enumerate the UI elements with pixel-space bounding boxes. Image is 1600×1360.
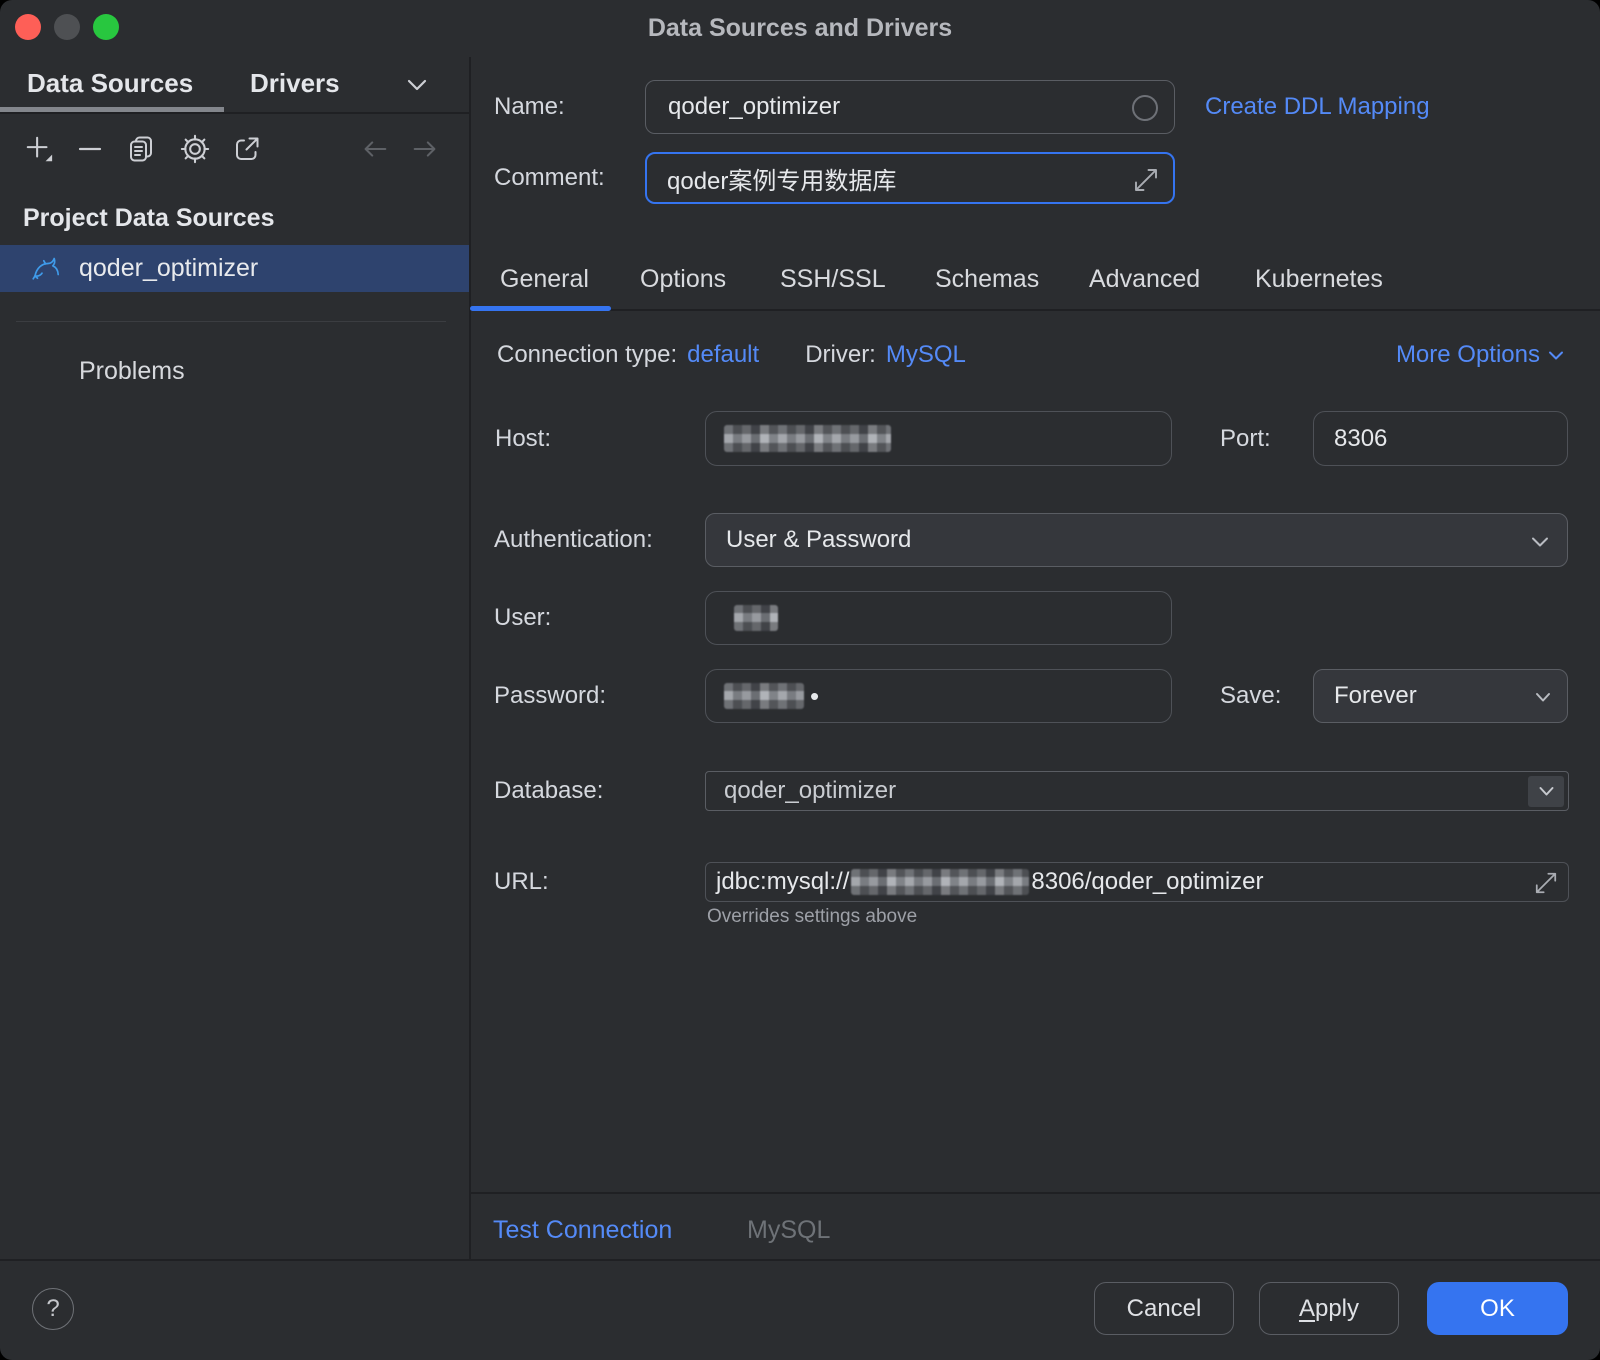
- sidebar-divider: [16, 321, 446, 322]
- duplicate-icon[interactable]: [126, 134, 156, 164]
- save-label: Save:: [1220, 669, 1281, 723]
- password-input[interactable]: •: [705, 669, 1172, 723]
- connection-type-label: Connection type:: [497, 341, 677, 369]
- data-source-name: qoder_optimizer: [79, 254, 258, 283]
- more-options-link[interactable]: More Options: [1396, 340, 1564, 370]
- sidebar: Data Sources Drivers Project: [0, 57, 470, 1260]
- spinner-circle-icon: [1132, 95, 1158, 121]
- tab-drivers[interactable]: Drivers: [250, 57, 340, 110]
- tab-kubernetes[interactable]: Kubernetes: [1255, 250, 1383, 308]
- open-in-new-icon[interactable]: [232, 134, 262, 164]
- tab-divider: [470, 309, 1600, 311]
- url-input[interactable]: jdbc:mysql:// 8306/qoder_optimizer: [705, 862, 1569, 902]
- comment-input[interactable]: qoder案例专用数据库: [645, 152, 1175, 204]
- redacted-url-host: [851, 869, 1029, 895]
- data-sources-dialog: Data Sources and Drivers Data Sources Dr…: [0, 0, 1600, 1360]
- add-icon[interactable]: [24, 134, 54, 164]
- authentication-label: Authentication:: [494, 513, 653, 567]
- help-icon[interactable]: ?: [32, 1288, 74, 1330]
- title-bar: Data Sources and Drivers: [0, 0, 1600, 57]
- name-input[interactable]: qoder_optimizer: [645, 80, 1175, 134]
- ok-button[interactable]: OK: [1427, 1282, 1568, 1335]
- window-title: Data Sources and Drivers: [0, 0, 1600, 57]
- connection-type-value-link[interactable]: default: [687, 341, 759, 369]
- save-select[interactable]: Forever: [1313, 669, 1568, 723]
- redacted-password-value: [724, 683, 804, 709]
- tab-general[interactable]: General: [500, 250, 589, 308]
- name-label: Name:: [494, 80, 565, 134]
- password-bullet: •: [810, 681, 819, 712]
- chevron-down-icon: [1531, 536, 1549, 548]
- more-options-label: More Options: [1396, 341, 1540, 369]
- footer: ? Cancel Apply OK: [0, 1260, 1600, 1360]
- chevron-down-icon: [1535, 692, 1551, 703]
- remove-icon[interactable]: [75, 134, 105, 164]
- apply-rest: pply: [1315, 1295, 1359, 1323]
- chevron-down-icon: [1548, 350, 1564, 361]
- authentication-select[interactable]: User & Password: [705, 513, 1568, 567]
- sidebar-item-qoder-optimizer[interactable]: qoder_optimizer: [0, 245, 470, 292]
- driver-value-link[interactable]: MySQL: [886, 341, 966, 369]
- port-input[interactable]: 8306: [1313, 411, 1568, 466]
- save-value: Forever: [1334, 682, 1417, 710]
- project-data-sources-header: Project Data Sources: [23, 203, 275, 233]
- tab-ssh-ssl[interactable]: SSH/SSL: [780, 250, 886, 308]
- apply-button[interactable]: Apply: [1259, 1282, 1399, 1335]
- name-value: qoder_optimizer: [668, 93, 840, 121]
- tab-schemas[interactable]: Schemas: [935, 250, 1039, 308]
- password-label: Password:: [494, 669, 606, 723]
- database-value: qoder_optimizer: [724, 777, 896, 805]
- database-combobox[interactable]: qoder_optimizer: [705, 771, 1569, 811]
- port-label: Port:: [1220, 411, 1271, 466]
- port-value: 8306: [1334, 425, 1387, 453]
- apply-mnemonic: A: [1299, 1295, 1315, 1323]
- gear-icon[interactable]: [180, 134, 210, 164]
- database-dropdown-button[interactable]: [1528, 776, 1564, 807]
- redacted-host-value: [724, 425, 891, 452]
- database-label: Database:: [494, 771, 603, 811]
- tab-data-sources[interactable]: Data Sources: [27, 57, 193, 110]
- chevron-down-icon[interactable]: [403, 75, 431, 95]
- active-tab-underline: [470, 306, 611, 311]
- back-arrow-icon[interactable]: [360, 134, 390, 164]
- comment-label: Comment:: [494, 152, 605, 204]
- url-prefix: jdbc:mysql://: [716, 868, 849, 896]
- url-label: URL:: [494, 862, 549, 902]
- driver-status-label: MySQL: [747, 1207, 830, 1253]
- sidebar-item-problems[interactable]: Problems: [79, 356, 185, 386]
- main-panel: Name: qoder_optimizer Create DDL Mapping…: [470, 57, 1600, 1260]
- user-label: User:: [494, 591, 551, 645]
- forward-arrow-icon[interactable]: [410, 134, 440, 164]
- expand-icon[interactable]: [1534, 871, 1558, 895]
- driver-label: Driver:: [805, 341, 876, 369]
- create-ddl-mapping-link[interactable]: Create DDL Mapping: [1205, 80, 1430, 134]
- cancel-button[interactable]: Cancel: [1094, 1282, 1234, 1335]
- tab-options[interactable]: Options: [640, 250, 726, 308]
- active-tab-indicator: [0, 107, 224, 112]
- url-caption: Overrides settings above: [707, 906, 917, 928]
- test-connection-link[interactable]: Test Connection: [493, 1207, 672, 1253]
- mysql-dolphin-icon: [31, 253, 63, 285]
- connection-type-row: Connection type: default Driver: MySQL: [497, 340, 966, 370]
- host-label: Host:: [495, 411, 551, 466]
- comment-value: qoder案例专用数据库: [667, 161, 896, 196]
- sidebar-tab-strip: Data Sources Drivers: [0, 57, 470, 114]
- tab-advanced[interactable]: Advanced: [1089, 250, 1200, 308]
- user-input[interactable]: [705, 591, 1172, 645]
- host-input[interactable]: [705, 411, 1172, 466]
- authentication-value: User & Password: [726, 526, 911, 554]
- url-suffix: 8306/qoder_optimizer: [1031, 868, 1263, 896]
- redacted-user-value: [734, 605, 778, 631]
- status-strip-divider: [470, 1192, 1600, 1194]
- expand-icon[interactable]: [1133, 167, 1159, 193]
- chevron-down-icon: [1538, 786, 1555, 797]
